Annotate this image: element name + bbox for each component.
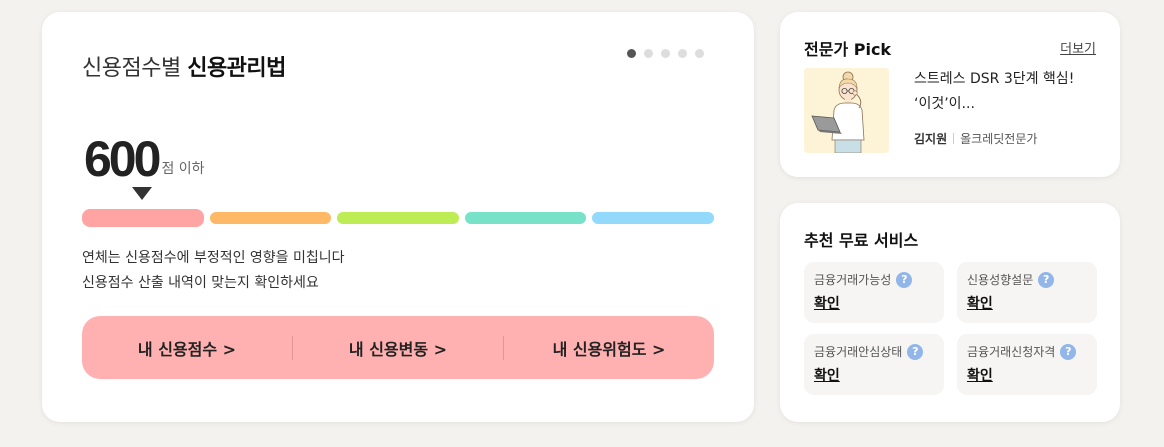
article-title[interactable]: 스트레스 DSR 3단계 핵심! ‘이것’이... [914,67,1084,117]
service-check-link[interactable]: 확인 [814,293,934,313]
score-segment-5 [592,212,714,224]
my-credit-change-button[interactable]: 내 신용변동 > [293,336,503,360]
score-unit: 점 이하 [161,161,205,177]
service-check-link[interactable]: 확인 [967,293,1087,313]
service-item[interactable]: 신용성향설문 ? 확인 [957,262,1097,323]
score-segment-1 [82,209,204,227]
score-segment-3 [337,212,459,224]
expert-pick-title: 전문가 Pick [804,40,892,59]
title-bold: 신용관리법 [187,56,286,81]
service-label: 금융거래가능성 [814,273,892,287]
credit-management-card: 신용점수별 신용관리법 600 점 이하 연체는 신용점수에 부정적인 영향을 … [42,12,754,422]
help-icon[interactable]: ? [1060,343,1077,360]
title-prefix: 신용점수별 [82,56,181,81]
services-title: 추천 무료 서비스 [804,231,919,250]
action-button-row: 내 신용점수 > 내 신용변동 > 내 신용위험도 > [82,316,714,379]
score-value: 600 [84,131,161,187]
pagination-dot-4[interactable] [678,49,687,58]
help-icon[interactable]: ? [896,271,913,288]
service-check-link[interactable]: 확인 [967,365,1087,385]
score-marker-icon [132,187,152,200]
more-link[interactable]: 더보기 [1060,38,1096,57]
byline-divider [953,133,955,144]
pagination-dot-5[interactable] [695,49,704,58]
services-grid: 금융거래가능성 ? 확인 신용성향설문 ? 확인 금융거래안심상태 ? 확인 금… [804,262,1097,395]
service-label: 금융거래신청자격 [967,345,1056,359]
my-credit-risk-button[interactable]: 내 신용위험도 > [504,336,714,360]
my-credit-score-button[interactable]: 내 신용점수 > [82,336,292,360]
service-item[interactable]: 금융거래신청자격 ? 확인 [957,334,1097,395]
card-title: 신용점수별 신용관리법 [82,50,286,82]
help-icon[interactable]: ? [907,343,924,360]
article-byline: 김지원 올크레딧전문가 [914,130,1037,147]
free-services-card: 추천 무료 서비스 금융거래가능성 ? 확인 신용성향설문 ? 확인 금융거래안… [780,203,1120,422]
service-item[interactable]: 금융거래안심상태 ? 확인 [804,334,944,395]
service-label: 신용성향설문 [967,273,1034,287]
service-item[interactable]: 금융거래가능성 ? 확인 [804,262,944,323]
pagination-dot-1[interactable] [627,49,636,58]
service-label: 금융거래안심상태 [814,345,903,359]
description: 연체는 신용점수에 부정적인 영향을 미칩니다 신용점수 산출 내역이 맞는지 … [82,246,345,296]
author-role: 올크레딧전문가 [960,132,1038,146]
expert-pick-card: 전문가 Pick 더보기 스트레스 DSR 3단계 핵심! ‘이것’이... 김… [780,12,1120,177]
article-thumbnail[interactable] [804,68,889,153]
pagination-dot-3[interactable] [661,49,670,58]
author-name: 김지원 [914,132,948,146]
description-line-1: 연체는 신용점수에 부정적인 영향을 미칩니다 [82,250,345,266]
help-icon[interactable]: ? [1038,271,1055,288]
description-line-2: 신용점수 산출 내역이 맞는지 확인하세요 [82,275,319,291]
credit-score-bar [82,209,714,227]
score-display: 600 점 이하 [84,134,205,184]
score-segment-2 [209,212,332,224]
score-segment-4 [464,212,587,224]
pagination-dot-2[interactable] [644,49,653,58]
carousel-pagination [627,49,704,58]
woman-with-laptop-illustration [804,68,889,153]
service-check-link[interactable]: 확인 [814,365,934,385]
